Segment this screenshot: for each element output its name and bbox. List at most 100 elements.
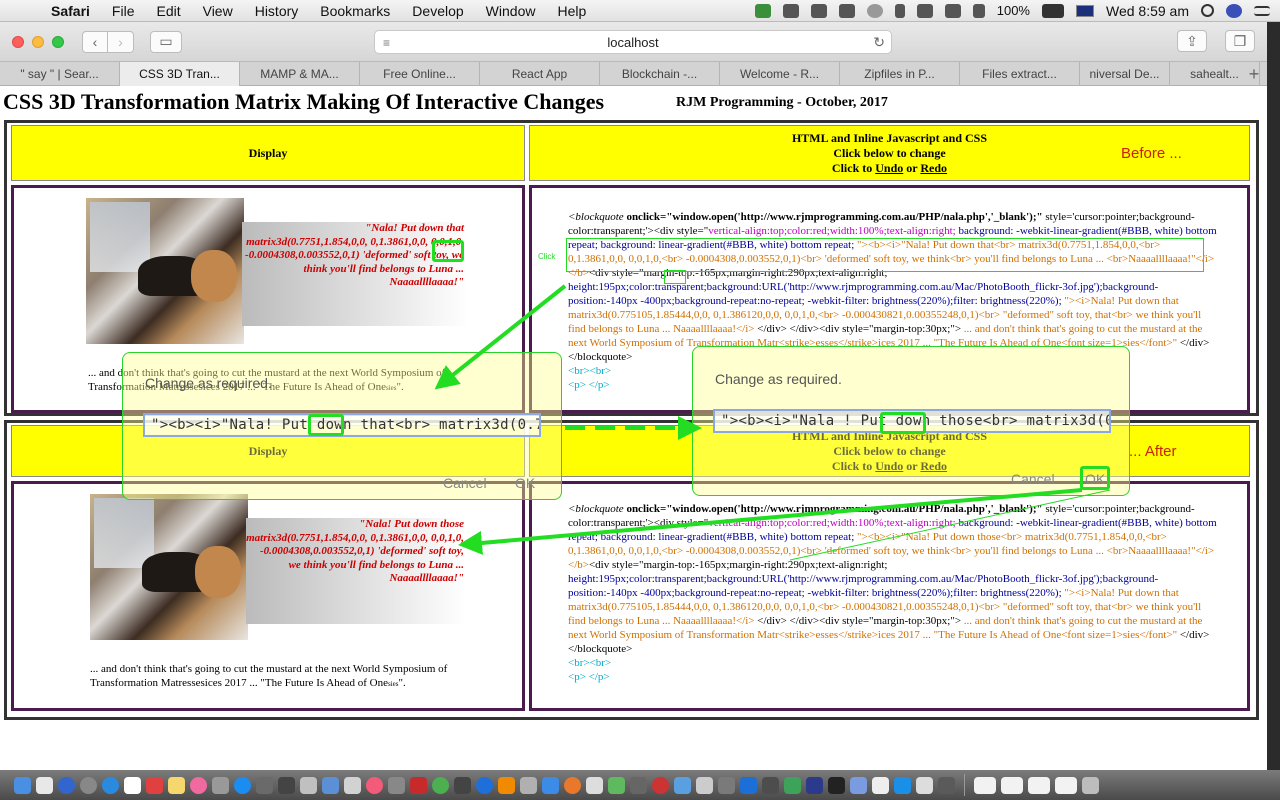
safari-window: ‹ › ▭ ≡ localhost ↻ ⇪ ❐ " say " | Sear..…: [0, 22, 1267, 770]
menu-history[interactable]: History: [244, 3, 310, 19]
document-stack-icon[interactable]: [974, 776, 996, 794]
spotlight-search-icon[interactable]: [1201, 4, 1214, 17]
airplay-icon[interactable]: [944, 3, 961, 18]
disk-utility-icon[interactable]: [520, 776, 537, 794]
tab-search[interactable]: " say " | Sear...: [0, 62, 120, 86]
console-icon[interactable]: [762, 776, 779, 794]
firefox-icon[interactable]: [564, 776, 581, 794]
tab-blockchain[interactable]: Blockchain -...: [600, 62, 720, 86]
tab-react-app[interactable]: React App: [480, 62, 600, 86]
system-preferences-icon[interactable]: [256, 776, 273, 794]
share-button[interactable]: ⇪: [1177, 30, 1207, 52]
document-stack-2-icon[interactable]: [1001, 776, 1023, 794]
xcode-icon[interactable]: [322, 776, 339, 794]
automator-icon[interactable]: [718, 776, 735, 794]
menu-clock[interactable]: Wed 8:59 am: [1106, 3, 1189, 19]
tab-zipfiles[interactable]: Zipfiles in P...: [840, 62, 960, 86]
filezilla-icon[interactable]: [410, 776, 427, 794]
app-icon[interactable]: [784, 776, 801, 794]
arrow-code-to-dialog: [434, 284, 567, 390]
menu-help[interactable]: Help: [546, 3, 597, 19]
skype-icon[interactable]: [476, 776, 493, 794]
sketchup-icon[interactable]: [542, 776, 559, 794]
dock: [0, 770, 1280, 800]
menu-bookmarks[interactable]: Bookmarks: [309, 3, 401, 19]
calendar-icon[interactable]: [146, 776, 163, 794]
flux-icon[interactable]: [838, 3, 855, 18]
cube-icon[interactable]: [674, 776, 691, 794]
tab-mamp[interactable]: MAMP & MA...: [240, 62, 360, 86]
tool-icon[interactable]: [782, 3, 799, 18]
annotation-arrows: [434, 284, 1111, 561]
bluetooth-icon[interactable]: [894, 3, 905, 18]
gimp-icon[interactable]: [630, 776, 647, 794]
file-icon[interactable]: [36, 776, 53, 794]
tab-welcome[interactable]: Welcome - R...: [720, 62, 840, 86]
script-editor-icon[interactable]: [872, 776, 889, 794]
address-bar[interactable]: ≡ localhost ↻: [374, 30, 892, 54]
app-store-icon[interactable]: [234, 776, 251, 794]
finder-icon[interactable]: [14, 776, 31, 794]
document-stack-4-icon[interactable]: [1055, 776, 1077, 794]
help-icon[interactable]: [696, 776, 713, 794]
document-stack-3-icon[interactable]: [1028, 776, 1050, 794]
terminal-icon[interactable]: [278, 776, 295, 794]
dock-separator: [964, 774, 965, 796]
globe-icon[interactable]: [58, 776, 75, 794]
close-window-button[interactable]: [12, 35, 24, 48]
reload-icon[interactable]: ↻: [873, 34, 885, 51]
download-status-icon[interactable]: [754, 3, 771, 18]
archive-icon[interactable]: [344, 776, 361, 794]
notes-icon[interactable]: [168, 776, 185, 794]
wifi-icon[interactable]: [916, 3, 933, 18]
menu-develop[interactable]: Develop: [401, 3, 474, 19]
keynote-icon[interactable]: [894, 776, 911, 794]
folder-icon[interactable]: [916, 776, 933, 794]
safari-icon[interactable]: [102, 776, 119, 794]
tab-free-online[interactable]: Free Online...: [360, 62, 480, 86]
github-icon[interactable]: [806, 776, 823, 794]
itunes-icon[interactable]: [366, 776, 383, 794]
app-status-icon[interactable]: [810, 3, 827, 18]
menu-window[interactable]: Window: [475, 3, 547, 19]
menu-file[interactable]: File: [101, 3, 146, 19]
launchpad-icon[interactable]: [80, 776, 97, 794]
activity-monitor-icon[interactable]: [828, 776, 845, 794]
utility-icon[interactable]: [454, 776, 471, 794]
textedit-icon[interactable]: [124, 776, 141, 794]
visual-studio-icon[interactable]: [740, 776, 757, 794]
volume-icon[interactable]: [972, 3, 985, 18]
back-button[interactable]: ‹: [82, 30, 108, 53]
notification-center-icon[interactable]: [1254, 5, 1270, 16]
preview-icon[interactable]: [300, 776, 317, 794]
battery-percent: 100%: [996, 3, 1030, 18]
forward-button[interactable]: ›: [108, 30, 134, 53]
opera-icon[interactable]: [652, 776, 669, 794]
fullscreen-window-button[interactable]: [52, 35, 64, 48]
show-tabs-button[interactable]: ❐: [1225, 30, 1255, 52]
battery-icon[interactable]: [1041, 3, 1064, 18]
input-source-flag-icon[interactable]: [1075, 4, 1094, 17]
screen-icon[interactable]: [938, 776, 955, 794]
textwrangler-icon[interactable]: [586, 776, 603, 794]
tab-files-extract[interactable]: Files extract...: [960, 62, 1080, 86]
android-icon[interactable]: [608, 776, 625, 794]
tab-css-3d[interactable]: CSS 3D Tran...: [120, 62, 240, 86]
tab-universal[interactable]: niversal De...: [1080, 62, 1170, 86]
mamp-icon[interactable]: [212, 776, 229, 794]
trash-icon[interactable]: [1082, 776, 1099, 794]
menu-edit[interactable]: Edit: [145, 3, 191, 19]
minimize-window-button[interactable]: [32, 35, 44, 48]
new-tab-plus-icon[interactable]: +: [1241, 62, 1267, 86]
menu-view[interactable]: View: [192, 3, 244, 19]
vlc-icon[interactable]: [498, 776, 515, 794]
menu-app-name[interactable]: Safari: [40, 3, 101, 19]
chrome-icon[interactable]: [432, 776, 449, 794]
ibooks-icon[interactable]: [388, 776, 405, 794]
sidebar-toggle-button[interactable]: ▭: [150, 30, 182, 53]
network-icon[interactable]: [850, 776, 867, 794]
photos-icon[interactable]: [190, 776, 207, 794]
reader-lines-icon[interactable]: ≡: [383, 36, 390, 50]
time-machine-icon[interactable]: [866, 3, 883, 18]
user-avatar-icon[interactable]: [1226, 3, 1242, 18]
